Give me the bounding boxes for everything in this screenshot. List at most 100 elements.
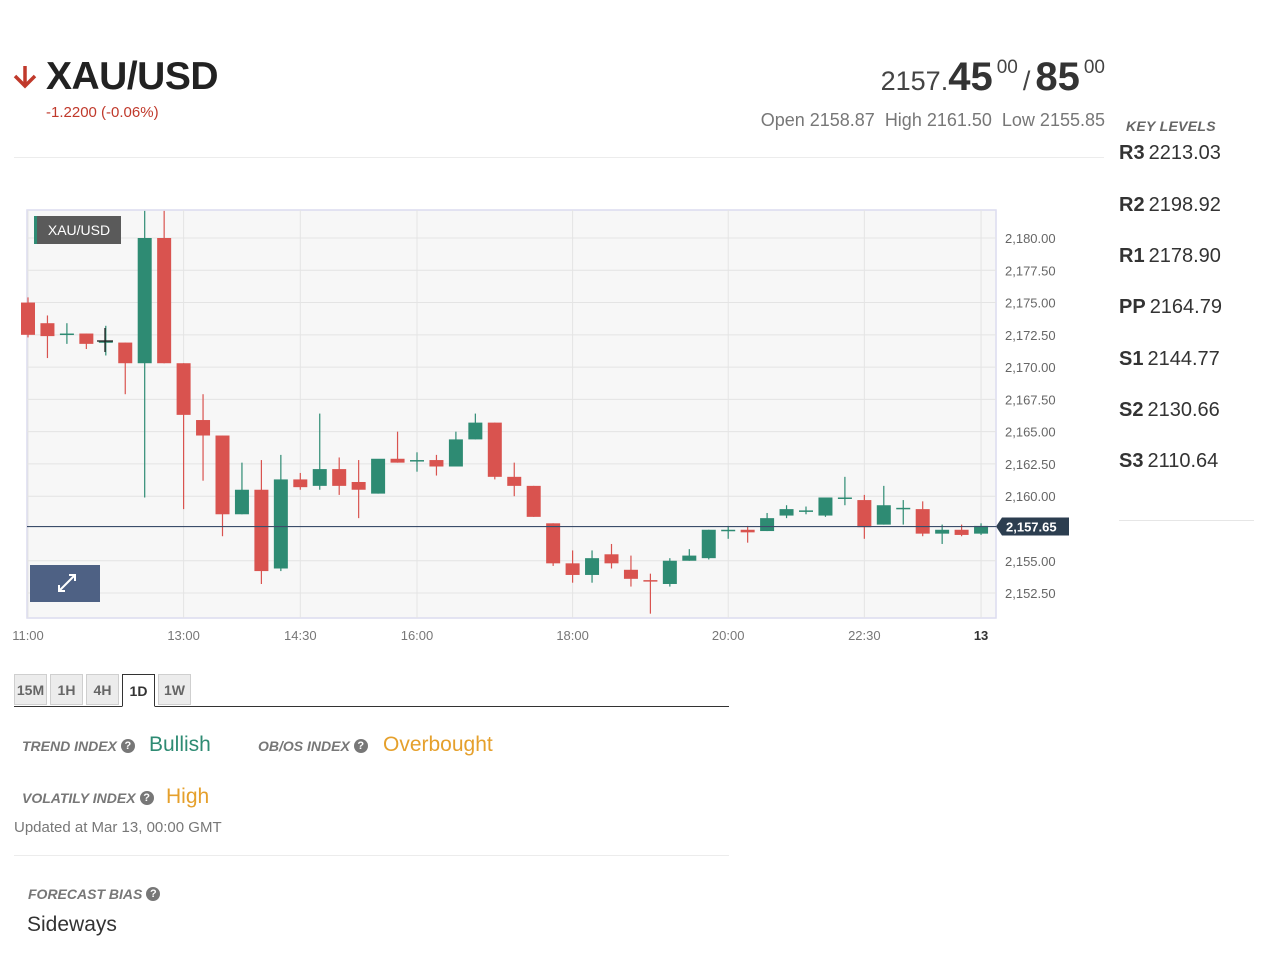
candle-body (701, 529, 716, 559)
ask-fraction: 00 (1083, 57, 1105, 78)
candle-body (468, 422, 483, 440)
tab-1w[interactable]: 1W (158, 674, 191, 705)
key-level-s3: S3 2110.64 (1119, 450, 1218, 473)
bid-pips: 45 (948, 55, 993, 99)
help-icon[interactable]: ? (146, 887, 161, 901)
price-change: -1.2200 (-0.06%) (46, 104, 159, 121)
trend-index-label: TREND INDEX? (22, 738, 135, 754)
y-tick-label: 2,175.00 (1005, 296, 1056, 311)
open-high-low: Open 2158.87 High 2161.50 Low 2155.85 (751, 110, 1105, 131)
tab-4h[interactable]: 4H (86, 674, 119, 705)
updated-timestamp: Updated at Mar 13, 00:00 GMT (14, 819, 222, 836)
help-icon[interactable]: ? (139, 791, 154, 805)
candle-body (954, 529, 969, 535)
key-level-s2: S2 2130.66 (1119, 399, 1220, 422)
key-level-r3: R3 2213.03 (1119, 142, 1221, 165)
candle-body (623, 569, 638, 579)
bid-prefix: 2157. (880, 66, 949, 96)
tab-1d[interactable]: 1D (122, 674, 155, 707)
key-level-value: 2178.90 (1148, 245, 1221, 267)
candle-body (273, 479, 288, 569)
candle-body (857, 500, 872, 528)
candle-body (721, 529, 736, 532)
key-level-r1: R1 2178.90 (1119, 245, 1221, 268)
forecast-bias-text: FORECAST BIAS (28, 886, 143, 902)
candle-body (79, 333, 94, 344)
candle-body (21, 302, 35, 335)
x-tick-label: 14:30 (284, 628, 317, 643)
candle-body (799, 510, 813, 512)
help-icon[interactable]: ? (120, 739, 135, 753)
obos-index-label: OB/OS INDEX? (258, 738, 368, 754)
key-level-value: 2144.77 (1147, 348, 1220, 370)
candle (371, 458, 386, 494)
candle (526, 485, 541, 517)
volatility-index-value: High (166, 785, 210, 808)
candle-body (59, 333, 74, 336)
x-tick-label: 20:00 (712, 628, 745, 643)
forecast-bias-label: FORECAST BIAS? (28, 886, 161, 902)
y-tick-label: 2,165.00 (1005, 425, 1056, 440)
candle-body (137, 238, 152, 364)
plot-area (26, 209, 997, 619)
x-tick-label: 13:00 (167, 628, 200, 643)
volatility-index-label: VOLATILY INDEX? (22, 790, 154, 806)
key-level-name: PP (1119, 296, 1146, 318)
price-chart[interactable]: 2,180.00 2,177.50 2,175.00 2,172.50 2,170.00… (0, 200, 1100, 655)
bid-ask-quote: 2157.45 00/85 00 (881, 55, 1105, 100)
key-levels-divider (1119, 520, 1254, 521)
key-level-name: R2 (1119, 194, 1145, 216)
candle (21, 297, 35, 338)
candle-body (293, 479, 308, 488)
tab-15m[interactable]: 15M (14, 674, 47, 705)
candle-body (448, 439, 463, 467)
candle-body (196, 420, 211, 436)
candle-body (254, 489, 269, 572)
x-tick-label: 11:00 (12, 628, 44, 643)
candle (818, 497, 833, 517)
key-level-pp: PP 2164.79 (1119, 296, 1222, 319)
legend-box: XAU/USD (34, 216, 121, 244)
bid-fraction: 00 (996, 57, 1018, 78)
key-level-name: R1 (1119, 245, 1145, 267)
low-value: Low 2155.85 (1001, 110, 1105, 130)
candle-body (760, 518, 775, 532)
forecast-bias-value: Sideways (27, 913, 117, 936)
candle-body (410, 460, 424, 462)
help-icon[interactable]: ? (353, 739, 368, 753)
high-value: High 2161.50 (884, 110, 992, 130)
candle-body (682, 555, 697, 561)
key-level-r2: R2 2198.92 (1119, 194, 1221, 217)
open-value: Open 2158.87 (760, 110, 875, 130)
key-level-name: R3 (1119, 142, 1145, 164)
obos-index-value: Overbought (383, 733, 493, 756)
tab-1h[interactable]: 1H (50, 674, 83, 705)
x-tick-label: 16:00 (401, 628, 434, 643)
candle-body (390, 458, 405, 463)
ask-pips: 85 (1035, 55, 1080, 99)
current-price-label: 2,157.65 (1006, 520, 1057, 535)
key-level-value: 2130.66 (1147, 399, 1220, 421)
y-tick-label: 2,167.50 (1005, 392, 1056, 407)
x-tick-label: 18:00 (556, 628, 589, 643)
candle-body (176, 363, 191, 415)
key-level-name: S2 (1119, 399, 1144, 421)
header-divider (14, 157, 1104, 158)
candle-body (487, 422, 502, 477)
key-level-value: 2164.79 (1149, 296, 1222, 318)
key-level-name: S3 (1119, 450, 1144, 472)
volatility-index-text: VOLATILY INDEX (22, 790, 136, 806)
candle-body (234, 489, 249, 515)
expand-button[interactable] (30, 565, 100, 602)
y-tick-label: 2,177.50 (1005, 263, 1056, 278)
x-tick-label: 22:30 (848, 628, 881, 643)
symbol-title: XAU/USD (46, 55, 219, 98)
y-tick-label: 2,160.00 (1005, 489, 1056, 504)
candle-body (643, 580, 658, 582)
candle-body (40, 323, 55, 337)
candle-body (371, 458, 386, 494)
legend-label: XAU/USD (48, 222, 110, 238)
candle-body (312, 469, 327, 486)
y-tick-label: 2,180.00 (1005, 231, 1056, 246)
candle-body (507, 476, 522, 486)
